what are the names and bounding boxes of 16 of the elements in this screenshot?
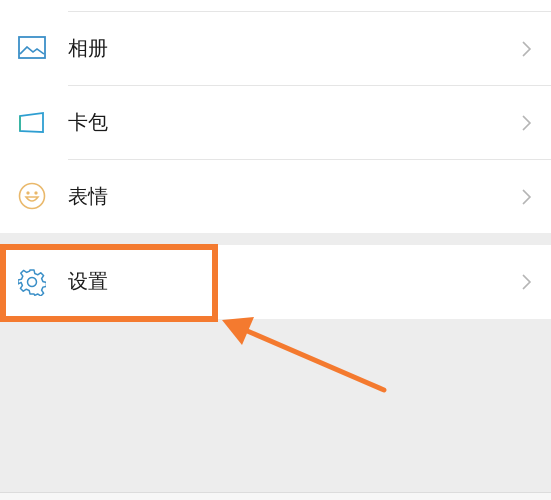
menu-label: 卡包 <box>68 110 109 136</box>
chevron-right-icon <box>522 274 531 290</box>
settings-icon <box>18 268 46 296</box>
menu-label: 相册 <box>68 36 109 62</box>
card-icon <box>18 110 46 134</box>
menu-item[interactable]: 相册 <box>0 11 551 85</box>
smiley-icon <box>18 182 46 210</box>
chevron-right-icon <box>522 188 531 204</box>
menu-item[interactable]: 表情 <box>0 159 551 233</box>
chevron-right-icon <box>522 40 531 56</box>
menu-label: 设置 <box>68 270 109 295</box>
picture-icon <box>18 36 46 60</box>
menu-item[interactable]: 卡包 <box>0 85 551 159</box>
chevron-right-icon <box>522 114 531 130</box>
menu-item[interactable]: 设置 <box>0 245 551 319</box>
menu-label: 表情 <box>68 184 109 210</box>
